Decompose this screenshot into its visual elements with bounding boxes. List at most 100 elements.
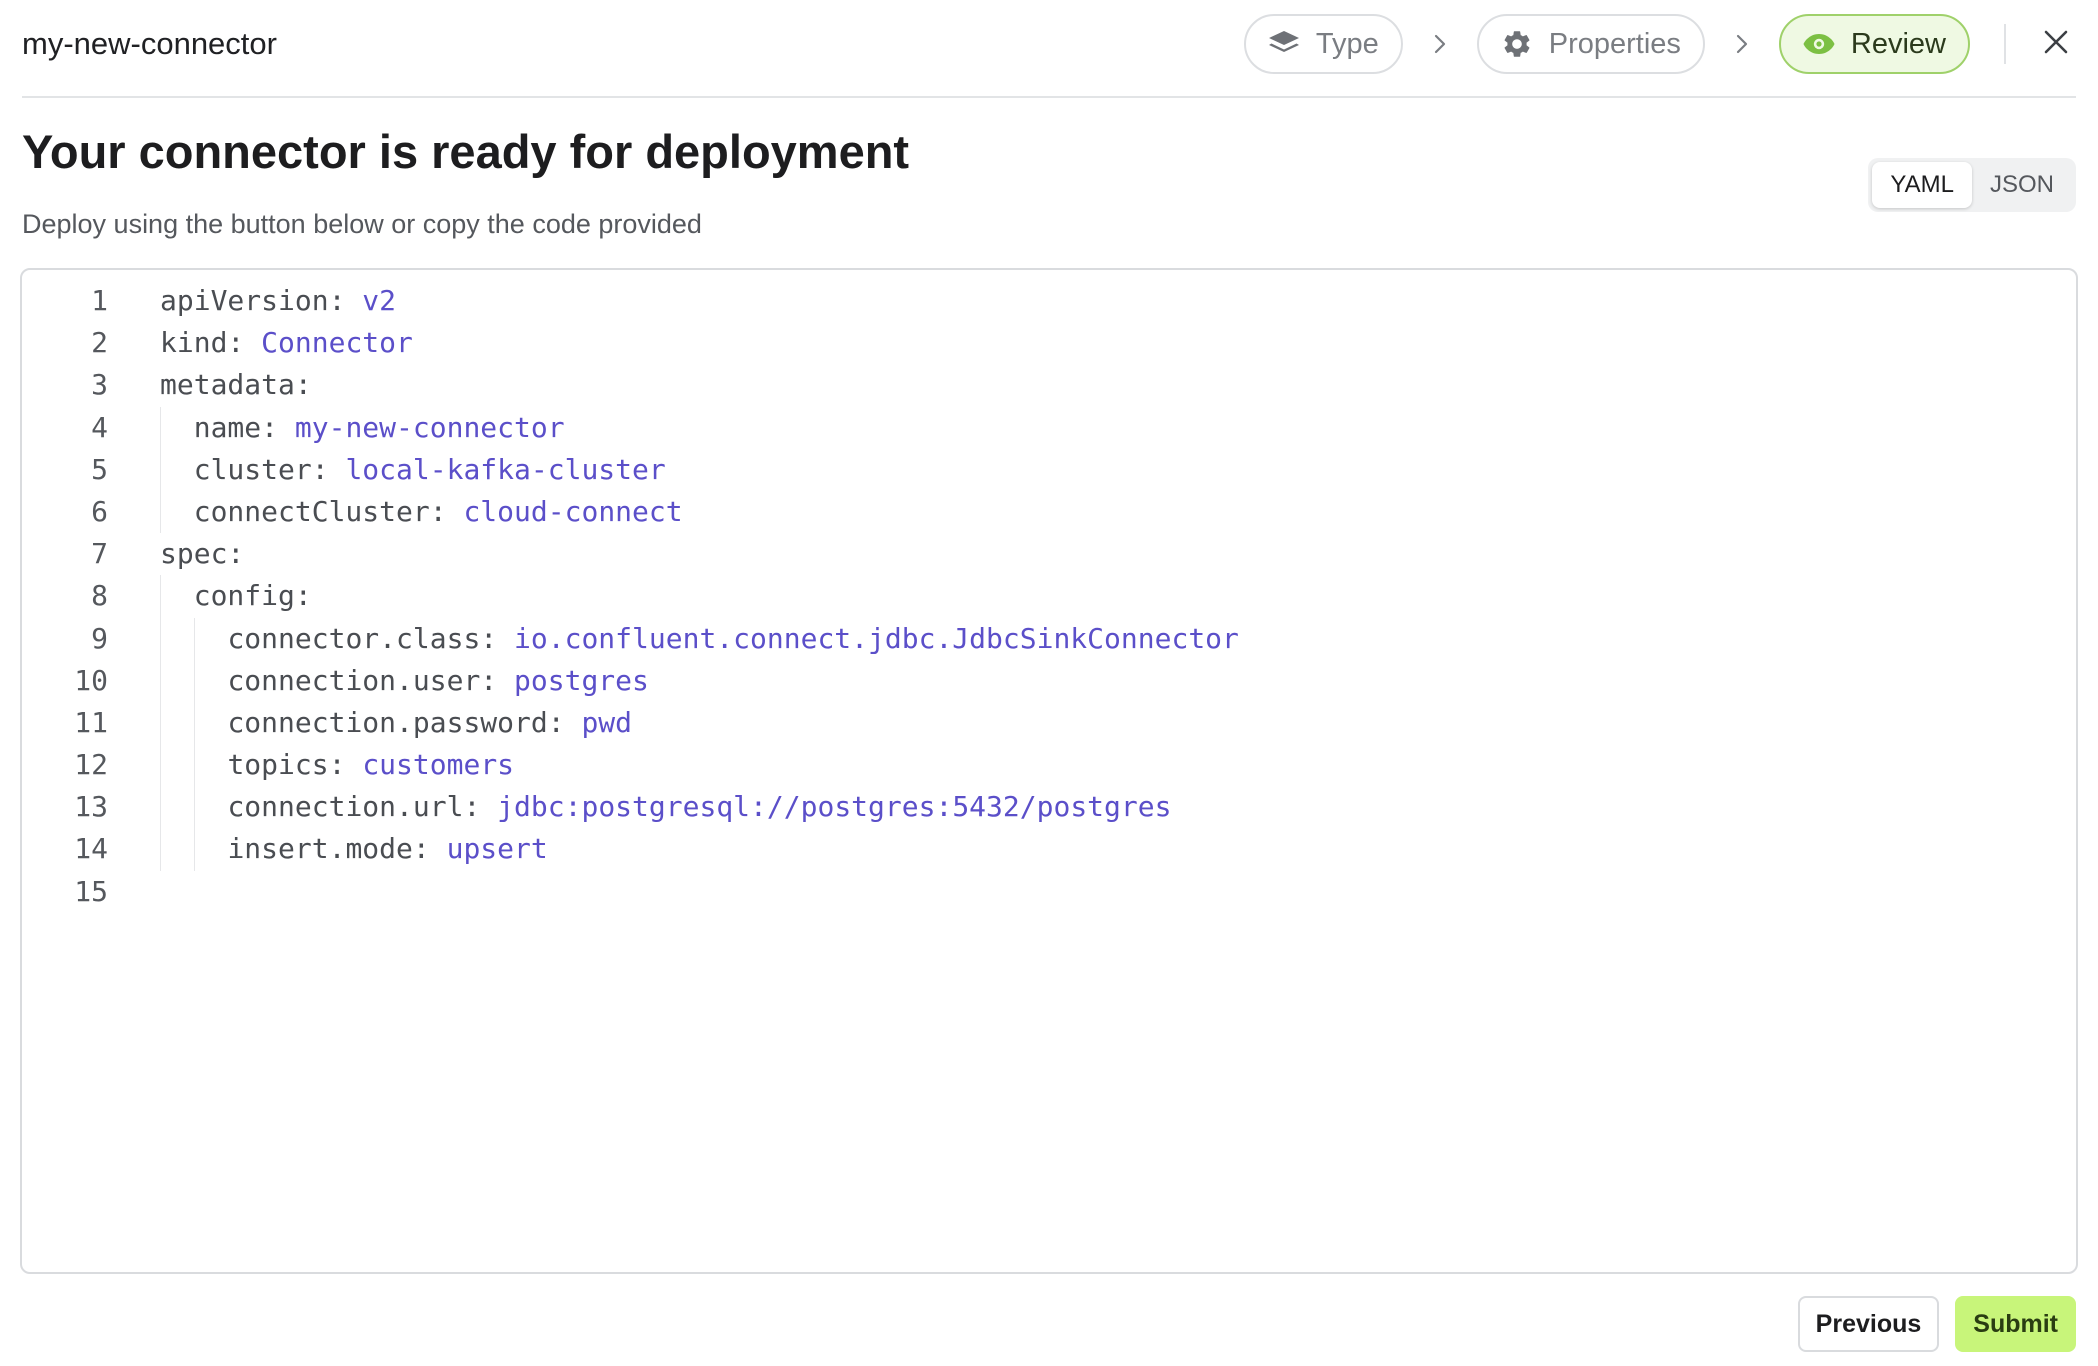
- indent-guide: [160, 617, 161, 660]
- line-content: topics: customers: [160, 744, 514, 787]
- line-content: config:: [160, 575, 312, 618]
- line-number: 8: [91, 579, 108, 613]
- page-title: Your connector is ready for deployment: [22, 125, 910, 178]
- code-line: 14 insert.mode: upsert: [22, 828, 2076, 871]
- line-number: 1: [91, 284, 108, 317]
- line-content: apiVersion: v2: [160, 280, 396, 322]
- line-number: 7: [91, 537, 108, 571]
- chevron-right-icon: [1403, 33, 1477, 55]
- yaml-key: kind:: [160, 326, 245, 360]
- yaml-value: cloud-connect: [463, 494, 683, 528]
- indent-guide: [193, 786, 195, 829]
- line-content: kind: Connector: [160, 322, 413, 364]
- line-number: 2: [91, 326, 108, 360]
- close-icon: [2043, 29, 2069, 60]
- line-number: 10: [74, 663, 108, 697]
- wizard-steps: Type Properties Review: [1243, 14, 2076, 74]
- yaml-key: topics:: [227, 748, 346, 782]
- indent-guide: [160, 575, 161, 618]
- line-content: connection.user: postgres: [160, 659, 649, 702]
- yaml-key: config:: [193, 579, 312, 613]
- submit-button[interactable]: Submit: [1955, 1296, 2076, 1352]
- line-content: name: my-new-connector: [160, 406, 565, 449]
- code-line: 1 apiVersion: v2: [22, 280, 2076, 322]
- indent-guide: [160, 406, 161, 449]
- line-number: 15: [74, 874, 108, 908]
- line-content: connection.password: pwd: [160, 701, 633, 745]
- code-line: 2 kind: Connector: [22, 322, 2076, 364]
- format-option-yaml[interactable]: YAML: [1872, 162, 1972, 208]
- indent-guide: [193, 701, 195, 745]
- line-number: 9: [91, 621, 108, 655]
- close-button[interactable]: [2036, 24, 2076, 64]
- line-number: 14: [74, 832, 108, 866]
- yaml-key: cluster:: [193, 452, 329, 486]
- step-type-label: Type: [1315, 27, 1379, 60]
- line-number: 6: [91, 494, 108, 528]
- wizard-header: my-new-connector Type Properties Review: [22, 0, 2076, 98]
- line-number: 13: [74, 790, 108, 824]
- yaml-value: local-kafka-cluster: [345, 452, 666, 486]
- line-number: 4: [91, 410, 108, 444]
- yaml-key: name:: [193, 410, 279, 444]
- code-line: 6 connectCluster: cloud-connect: [22, 490, 2076, 534]
- connector-review-page: my-new-connector Type Properties Review …: [0, 0, 2098, 1366]
- yaml-value: jdbc:postgresql://postgres:5432/postgres: [497, 790, 1172, 824]
- line-content: metadata:: [160, 364, 312, 406]
- step-type[interactable]: Type: [1243, 14, 1403, 74]
- indent-guide: [193, 744, 195, 787]
- yaml-key: metadata:: [160, 368, 312, 402]
- gear-icon: [1499, 26, 1535, 62]
- yaml-value: io.confluent.connect.jdbc.JdbcSinkConnec…: [514, 621, 1239, 655]
- code-line: 12 topics: customers: [22, 744, 2076, 787]
- line-content: insert.mode: upsert: [160, 828, 548, 871]
- indent-guide: [160, 786, 161, 829]
- indent-guide: [193, 617, 195, 660]
- wizard-footer: Previous Submit: [1797, 1296, 2076, 1352]
- step-review[interactable]: Review: [1778, 14, 1970, 74]
- line-number: 11: [74, 705, 108, 739]
- indent-guide: [193, 659, 195, 702]
- yaml-key: connection.url:: [227, 790, 481, 824]
- step-properties[interactable]: Properties: [1476, 14, 1705, 74]
- yaml-value: postgres: [514, 663, 649, 697]
- page-subtitle: Deploy using the button below or copy th…: [22, 209, 702, 239]
- previous-button[interactable]: Previous: [1797, 1296, 1940, 1352]
- code-line: 4 name: my-new-connector: [22, 406, 2076, 449]
- code-line: 5 cluster: local-kafka-cluster: [22, 448, 2076, 491]
- yaml-key: connection.user:: [227, 663, 498, 697]
- chevron-right-icon: [1705, 33, 1779, 55]
- code-line: 13 connection.url: jdbc:postgresql://pos…: [22, 786, 2076, 829]
- yaml-value: Connector: [261, 326, 413, 360]
- indent-guide: [193, 828, 195, 871]
- yaml-key: apiVersion:: [160, 284, 346, 317]
- yaml-key: connection.password:: [227, 705, 565, 739]
- indent-guide: [160, 744, 161, 787]
- line-content: connector.class: io.confluent.connect.jd…: [160, 617, 1239, 660]
- indent-guide: [160, 448, 161, 491]
- code-lines: 1 apiVersion: v2 2 kind: Connector 3 metadata…: [22, 280, 2076, 913]
- code-line: 11 connection.password: pwd: [22, 701, 2076, 745]
- line-number: 3: [91, 368, 108, 402]
- format-toggle: YAML JSON: [1868, 158, 2076, 212]
- yaml-value: my-new-connector: [294, 410, 565, 444]
- line-number: 5: [91, 452, 108, 486]
- code-editor[interactable]: 1 apiVersion: v2 2 kind: Connector 3 metadata…: [20, 268, 2078, 1274]
- code-line: 9 connector.class: io.confluent.connect.…: [22, 617, 2076, 660]
- yaml-key: insert.mode:: [227, 832, 430, 866]
- yaml-key: connectCluster:: [193, 494, 447, 528]
- line-content: cluster: local-kafka-cluster: [160, 448, 666, 491]
- yaml-value: pwd: [581, 705, 633, 739]
- format-option-json[interactable]: JSON: [1972, 162, 2072, 208]
- line-number: 12: [74, 748, 108, 782]
- line-content: connectCluster: cloud-connect: [160, 490, 683, 534]
- indent-guide: [160, 490, 161, 534]
- eye-icon: [1801, 26, 1837, 62]
- code-line: 7 spec:: [22, 533, 2076, 575]
- line-content: connection.url: jdbc:postgresql://postgr…: [160, 786, 1172, 829]
- yaml-value: v2: [362, 284, 397, 317]
- step-review-label: Review: [1850, 27, 1946, 60]
- connector-name: my-new-connector: [22, 26, 277, 61]
